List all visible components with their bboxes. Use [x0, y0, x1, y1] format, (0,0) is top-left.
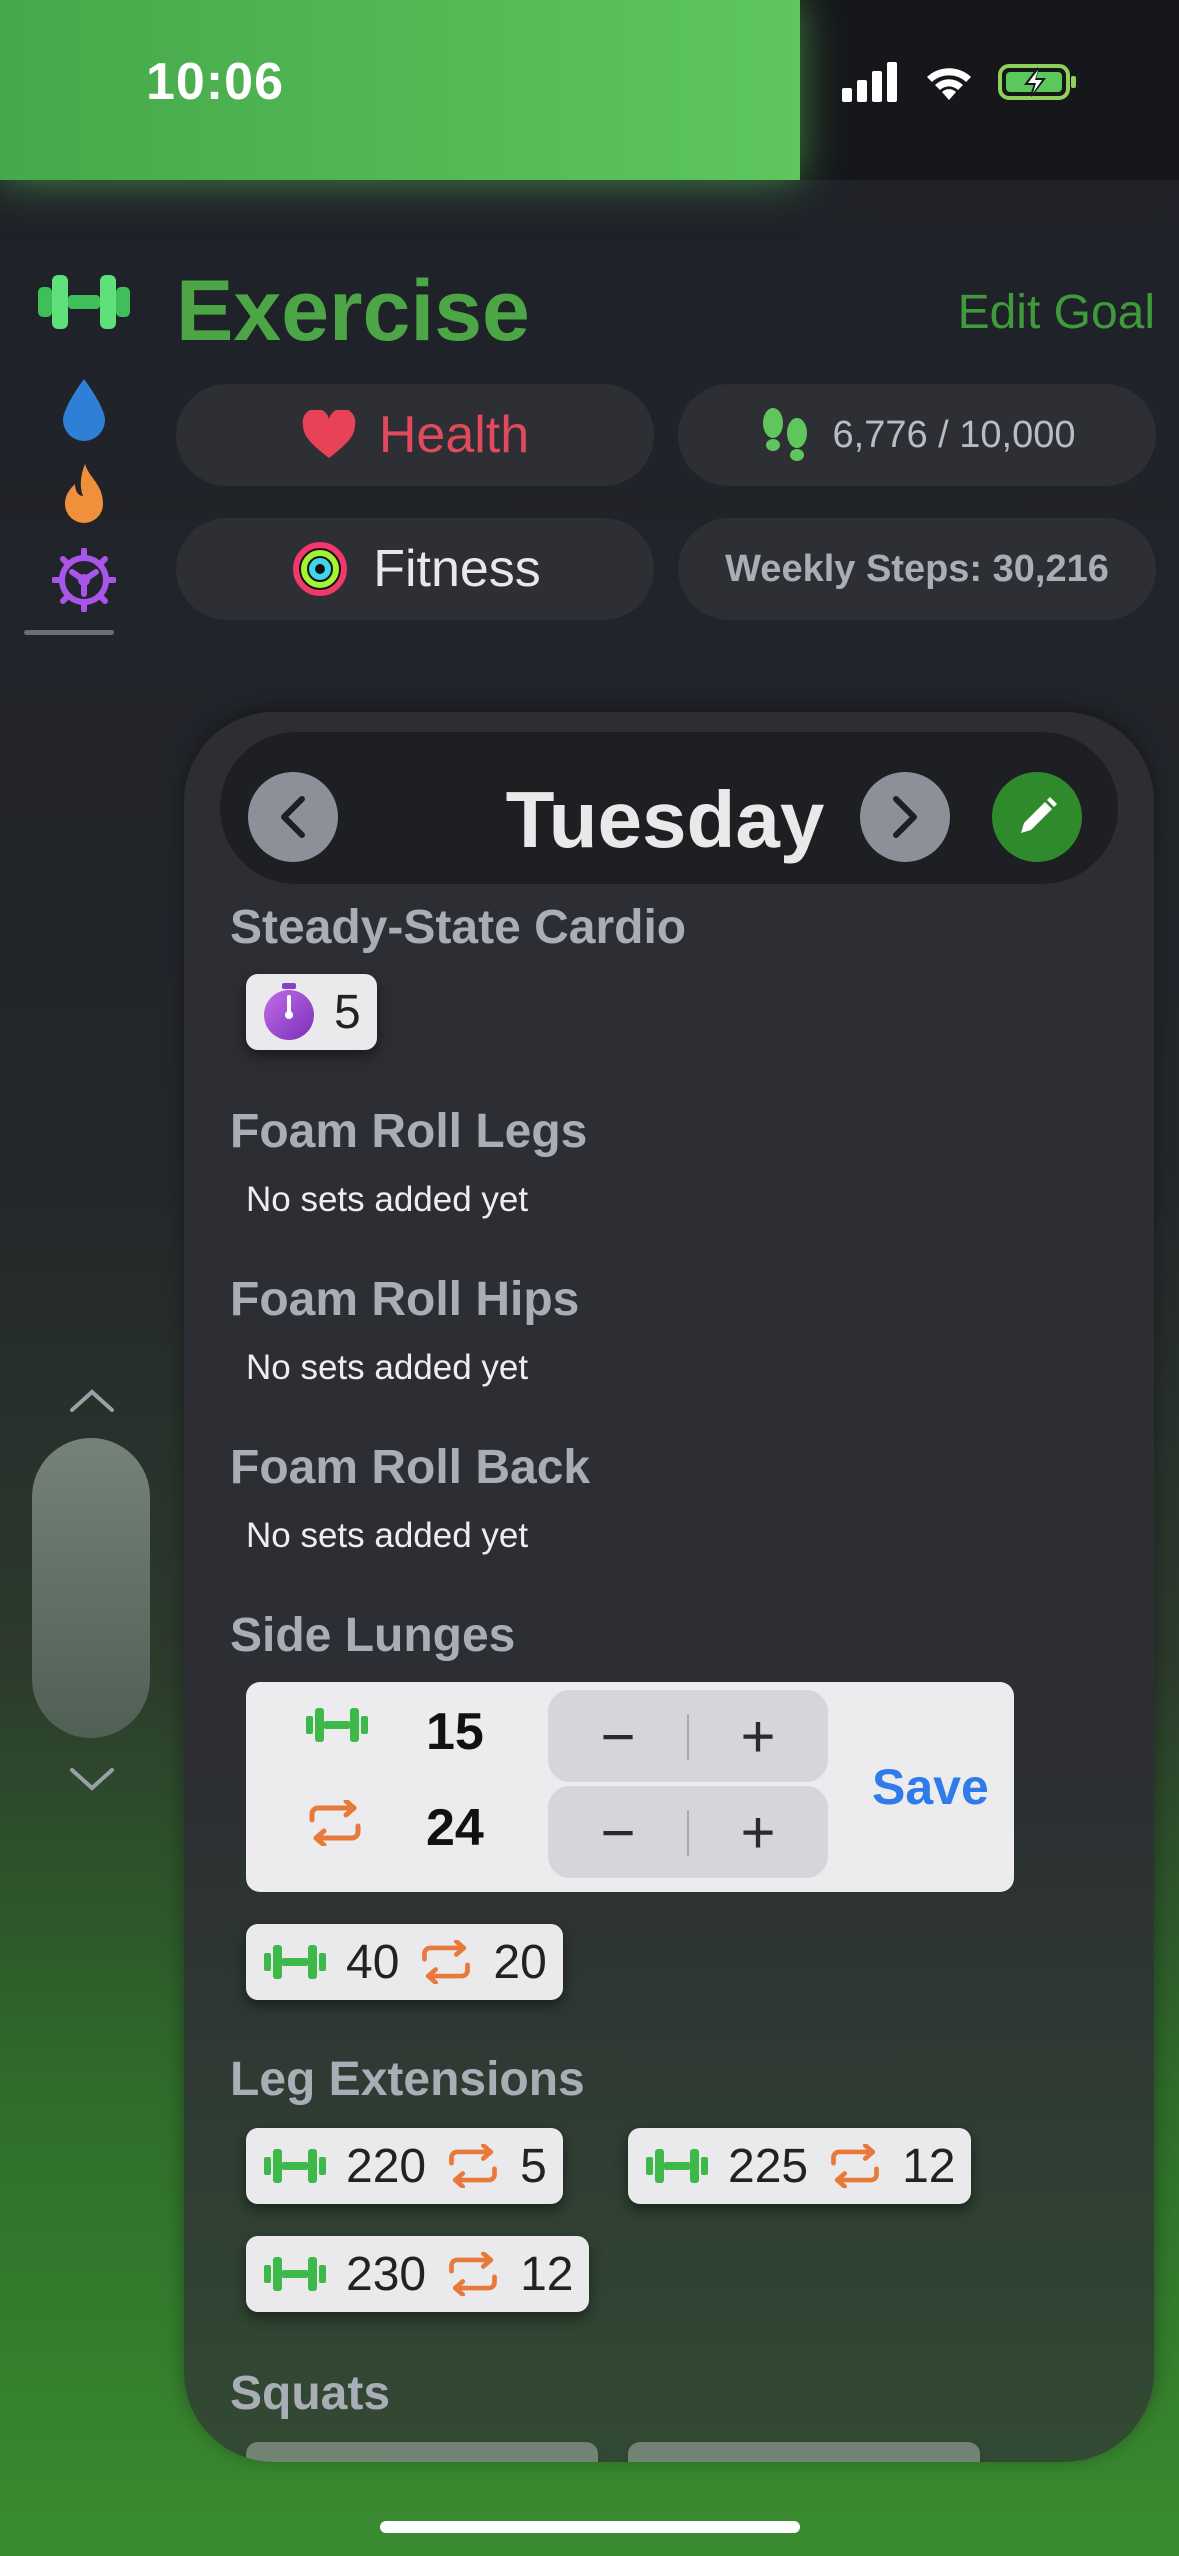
- set-chip-partial[interactable]: [628, 2442, 980, 2462]
- activity-rings-icon: [293, 542, 348, 596]
- sidebar-item-exercise[interactable]: [32, 262, 136, 342]
- weekly-steps-pill: Weekly Steps: 30,216: [678, 518, 1156, 620]
- repeat-icon: [304, 1798, 366, 1851]
- empty-sets-text: No sets added yet: [246, 1348, 529, 1387]
- steps-progress-text: 6,776 / 10,000: [832, 413, 1076, 456]
- reps-value[interactable]: 24: [426, 1798, 484, 1858]
- scroll-up-button[interactable]: [62, 1380, 122, 1420]
- set-weight: 225: [728, 2139, 809, 2193]
- chevron-right-icon: [893, 796, 917, 838]
- steps-progress-pill[interactable]: 6,776 / 10,000: [678, 384, 1156, 486]
- battery-charging-icon: [998, 64, 1076, 100]
- pencil-icon: [1021, 797, 1057, 833]
- fitness-button[interactable]: Fitness: [176, 518, 654, 620]
- home-indicator[interactable]: [380, 2521, 800, 2533]
- sidebar-item-calories[interactable]: [32, 455, 136, 535]
- exercise-title: Steady-State Cardio: [230, 901, 687, 954]
- set-weight: 220: [346, 2139, 427, 2193]
- set-editor: 15 − + 24 − + Save: [246, 1682, 1014, 1892]
- status-highlight: [0, 0, 800, 180]
- empty-sets-text: No sets added yet: [246, 1180, 529, 1219]
- edit-goal-button[interactable]: Edit Goal: [958, 285, 1155, 340]
- reps-increment-button[interactable]: +: [688, 1786, 828, 1878]
- dumbbell-icon: [38, 275, 130, 329]
- fitness-label: Fitness: [373, 540, 541, 598]
- weight-icon: [304, 1704, 370, 1751]
- set-reps: 12: [520, 2247, 574, 2301]
- heart-icon: [302, 410, 356, 458]
- status-icons: [842, 62, 1078, 102]
- status-time: 10:06: [146, 53, 284, 111]
- health-button[interactable]: Health: [176, 384, 654, 486]
- cardio-set-chip[interactable]: 5: [246, 974, 377, 1050]
- empty-sets-text: No sets added yet: [246, 1516, 529, 1555]
- save-button[interactable]: Save: [872, 1758, 989, 1816]
- weekly-steps-text: Weekly Steps: 30,216: [725, 547, 1109, 590]
- wifi-icon: [927, 68, 971, 100]
- repeat-icon: [449, 2144, 497, 2188]
- set-weight: 40: [346, 1935, 400, 1989]
- page-title: Exercise: [176, 263, 530, 359]
- repeat-icon: [831, 2144, 879, 2188]
- day-navigator: Tuesday: [220, 732, 1118, 884]
- cellular-signal-icon: [842, 62, 897, 102]
- chevron-down-icon: [70, 1768, 114, 1791]
- set-weight: 230: [346, 2247, 427, 2301]
- next-day-button[interactable]: [860, 772, 950, 862]
- day-title: Tuesday: [505, 775, 825, 864]
- chevron-up-icon: [70, 1389, 114, 1412]
- gear-icon: [52, 548, 116, 612]
- exercise-title: Foam Roll Legs: [230, 1105, 588, 1158]
- footprints-icon: [762, 408, 807, 461]
- set-chip-partial[interactable]: [246, 2442, 598, 2462]
- exercise-title: Squats: [230, 2367, 391, 2420]
- set-reps: 20: [493, 1935, 547, 1989]
- previous-day-button[interactable]: [248, 772, 338, 862]
- scroll-handle[interactable]: [32, 1438, 150, 1738]
- exercise-title: Foam Roll Back: [230, 1441, 591, 1494]
- exercise-title: Leg Extensions: [230, 2053, 585, 2106]
- set-reps: 12: [902, 2139, 956, 2193]
- repeat-icon: [422, 1940, 471, 1984]
- repeat-icon: [449, 2252, 497, 2296]
- set-chip[interactable]: 230 12: [246, 2236, 590, 2312]
- set-chip[interactable]: 40 20: [246, 1924, 563, 2000]
- cardio-timer-value: 5: [334, 985, 361, 1039]
- status-bar: 10:06: [0, 0, 1179, 180]
- edit-day-button[interactable]: [992, 772, 1082, 862]
- weight-stepper: − +: [548, 1690, 828, 1782]
- weight-icon: [264, 2149, 326, 2183]
- weight-value[interactable]: 15: [426, 1702, 484, 1762]
- weight-icon: [646, 2149, 708, 2183]
- reps-decrement-button[interactable]: −: [548, 1786, 688, 1878]
- exercise-title: Side Lunges: [230, 1609, 516, 1662]
- reps-stepper: − +: [548, 1786, 828, 1878]
- set-reps: 5: [520, 2139, 547, 2193]
- sidebar-item-water[interactable]: [32, 370, 136, 450]
- stopwatch-icon: [264, 983, 314, 1040]
- weight-icon: [264, 1945, 326, 1979]
- water-drop-icon: [63, 379, 105, 441]
- flame-icon: [65, 464, 103, 523]
- set-chip[interactable]: 220 5: [246, 2128, 563, 2204]
- weight-increment-button[interactable]: +: [688, 1690, 828, 1782]
- scroll-down-button[interactable]: [62, 1760, 122, 1800]
- exercise-title: Foam Roll Hips: [230, 1273, 580, 1326]
- chevron-left-icon: [281, 796, 305, 838]
- sidebar-divider: [24, 630, 114, 635]
- health-label: Health: [378, 406, 530, 464]
- weight-decrement-button[interactable]: −: [548, 1690, 688, 1782]
- set-chip[interactable]: 225 12: [628, 2128, 972, 2204]
- weight-icon: [264, 2257, 326, 2291]
- sidebar-item-settings[interactable]: [32, 540, 136, 620]
- workout-card: Tuesday Steady-State Cardio 5 Foam Roll …: [184, 712, 1154, 2462]
